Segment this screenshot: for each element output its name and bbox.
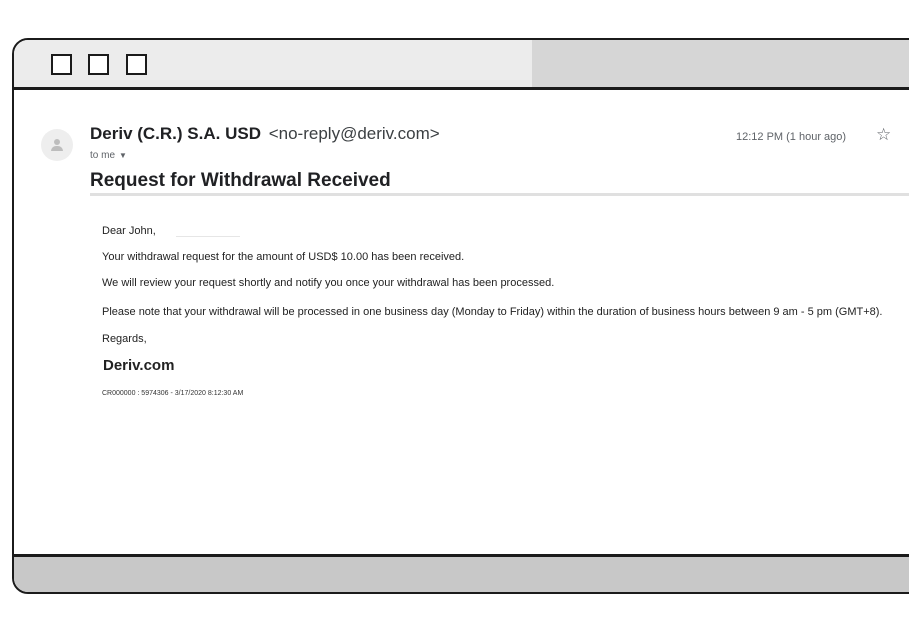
email-reference: CR000000 : 5974306 - 3/17/2020 8:12:30 A… [102, 390, 244, 397]
email-signature: Deriv.com [103, 357, 175, 374]
window-control-button-1[interactable] [51, 54, 72, 75]
avatar-person-body [51, 146, 63, 151]
window-titlebar [14, 40, 909, 90]
titlebar-tab-area [532, 40, 909, 87]
email-greeting: Dear John, [102, 225, 156, 237]
recipient-label: to me [90, 150, 116, 161]
window-control-button-3[interactable] [126, 54, 147, 75]
sender-avatar[interactable] [41, 129, 73, 161]
subject-divider [90, 193, 909, 196]
avatar-person-icon [54, 139, 60, 145]
star-icon[interactable]: ☆ [876, 126, 891, 143]
chevron-down-icon[interactable]: ▼ [119, 151, 127, 160]
email-body-line: Your withdrawal request for the amount o… [102, 251, 465, 263]
redacted-name-line [176, 236, 240, 237]
window-footer [14, 554, 909, 592]
recipient-details[interactable]: to me ▼ [90, 150, 127, 161]
sender-email[interactable]: <no-reply@deriv.com> [269, 124, 440, 143]
sender-name[interactable]: Deriv (C.R.) S.A. USD [90, 124, 261, 143]
email-regards: Regards, [102, 333, 147, 345]
email-body-line: We will review your request shortly and … [102, 277, 555, 289]
email-body-line: Please note that your withdrawal will be… [102, 306, 883, 318]
window-control-button-2[interactable] [88, 54, 109, 75]
sender-line: Deriv (C.R.) S.A. USD <no-reply@deriv.co… [90, 124, 440, 144]
email-subject: Request for Withdrawal Received [90, 170, 391, 191]
email-timestamp: 12:12 PM (1 hour ago) [736, 131, 847, 143]
browser-window: Deriv (C.R.) S.A. USD <no-reply@deriv.co… [12, 38, 909, 594]
